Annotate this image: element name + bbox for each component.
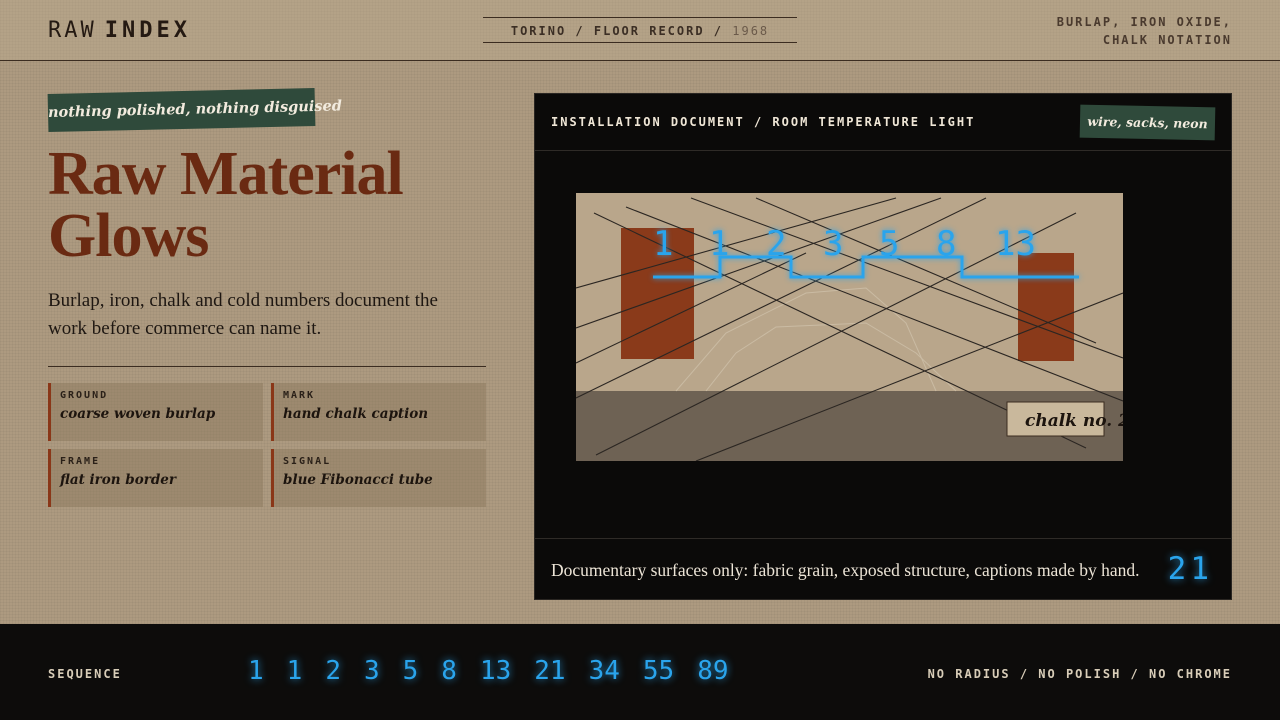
brand-logo[interactable]: RAW INDEX [48,18,191,43]
sequence-number: 21 [534,656,566,686]
sequence-number: 3 [363,656,380,686]
panel-footer: Documentary surfaces only: fabric grain,… [535,538,1231,599]
material-value: blue Fibonacci tube [283,472,433,488]
neon-number: 3 [823,224,843,264]
sequence-label: SEQUENCE [48,667,122,681]
sequence-number: 1 [248,656,264,686]
material-value: coarse woven burlap [60,406,216,422]
burlap-sack-right [1018,253,1074,361]
material-card-ground: GROUND coarse woven burlap [48,383,263,441]
material-card-mark: MARK hand chalk caption [271,383,486,441]
material-value: hand chalk caption [283,406,429,422]
sequence-number: 1 [286,656,303,686]
sequence-number: 89 [697,656,729,686]
material-key: FRAME [60,456,101,467]
material-card-frame: FRAME flat iron border [48,449,263,507]
panel-number: 21 [1167,551,1213,587]
materials-note-line-2: CHALK NOTATION [1102,33,1232,47]
location-label: TORINO / FLOOR RECORD / 1968 [483,17,797,43]
page-title: Raw Material Glows [48,140,404,270]
brand-index: INDEX [104,18,191,43]
fibonacci-sequence: 1 1 2 3 5 8 13 21 34 55 89 [248,656,752,686]
neon-number: 13 [995,224,1036,264]
material-key: MARK [283,390,316,401]
sequence-number: 5 [402,656,419,686]
panel-caption: Documentary surfaces only: fabric grain,… [551,560,1140,580]
footer-bar: SEQUENCE 1 1 2 3 5 8 13 21 34 55 89 NO RADIUS / NO… [0,624,1280,720]
footer-rules: NO RADIUS / NO POLISH / NO CHROME [927,667,1232,681]
location-year: 1968 [732,24,770,38]
chalk-label: chalk no. 21 [1025,411,1123,431]
sequence-number: 34 [588,656,620,686]
neon-number: 1 [653,224,673,264]
panel-header: INSTALLATION DOCUMENT / ROOM TEMPERATURE… [535,94,1231,151]
materials-note: BURLAP, IRON OXIDE, CHALK NOTATION [1057,13,1232,49]
material-value: flat iron border [60,472,176,488]
brand-raw: RAW [48,18,97,43]
sequence-number: 55 [642,656,675,686]
divider [48,366,486,367]
panel-tag: wire, sacks, neon [1079,104,1216,141]
hero-description: Burlap, iron, chalk and cold numbers doc… [48,290,438,339]
sequence-number: 2 [325,656,341,686]
materials-note-line-1: BURLAP, IRON OXIDE, [1056,15,1232,29]
sequence-number: 8 [441,656,457,686]
installation-photo: 1 1 2 3 5 8 13 chalk no. 21 [576,193,1123,461]
panel-title: INSTALLATION DOCUMENT / ROOM TEMPERATURE… [551,115,976,129]
material-key: GROUND [60,390,109,401]
material-card-signal: SIGNAL blue Fibonacci tube [271,449,486,507]
location-text: TORINO / FLOOR RECORD / [510,24,724,38]
sequence-number: 13 [479,656,512,686]
hero-badge: nothing polished, nothing disguised [47,87,342,133]
material-key: SIGNAL [283,456,332,467]
top-bar: RAW INDEX TORINO / FLOOR RECORD / 1968 BU… [0,0,1280,61]
installation-panel: INSTALLATION DOCUMENT / ROOM TEMPERATURE… [534,93,1232,600]
